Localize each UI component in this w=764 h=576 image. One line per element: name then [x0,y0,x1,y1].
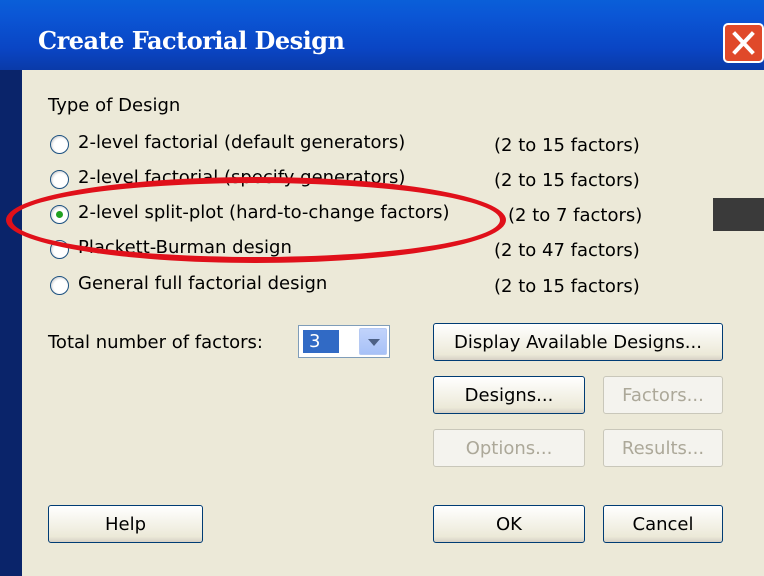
highlight-oval [6,177,506,263]
cancel-button[interactable]: Cancel [603,505,723,543]
close-icon [732,31,755,55]
option-range-2level-default: (2 to 15 factors) [494,135,640,156]
designs-button[interactable]: Designs... [433,376,585,414]
total-factors-label: Total number of factors: [48,332,263,353]
option-range-2level-specify: (2 to 15 factors) [494,170,640,191]
options-button[interactable]: Options... [433,429,585,467]
window-title: Create Factorial Design [38,26,345,55]
type-of-design-heading: Type of Design [48,95,181,116]
option-range-general-full: (2 to 15 factors) [494,276,640,297]
factors-button[interactable]: Factors... [603,376,723,414]
dark-block [713,198,764,231]
total-factors-value: 3 [303,330,339,353]
total-factors-dropdown[interactable]: 3 [298,325,390,358]
option-label-general-full[interactable]: General full factorial design [78,273,327,294]
option-range-plackett-burman: (2 to 47 factors) [494,240,640,261]
chevron-down-icon[interactable] [359,328,387,355]
radio-general-full[interactable] [50,276,69,295]
ok-button[interactable]: OK [433,505,585,543]
radio-2level-specify[interactable] [50,170,69,189]
dialog-window: Create Factorial Design Type of Design 2… [0,0,764,576]
title-bar[interactable]: Create Factorial Design [0,0,764,70]
option-range-split-plot: (2 to 7 factors) [508,205,643,226]
option-label-2level-default[interactable]: 2-level factorial (default generators) [78,132,405,153]
help-button[interactable]: Help [48,505,203,543]
close-button[interactable] [723,23,764,63]
results-button[interactable]: Results... [603,429,723,467]
display-designs-button[interactable]: Display Available Designs... [433,323,723,361]
radio-2level-default[interactable] [50,135,69,154]
